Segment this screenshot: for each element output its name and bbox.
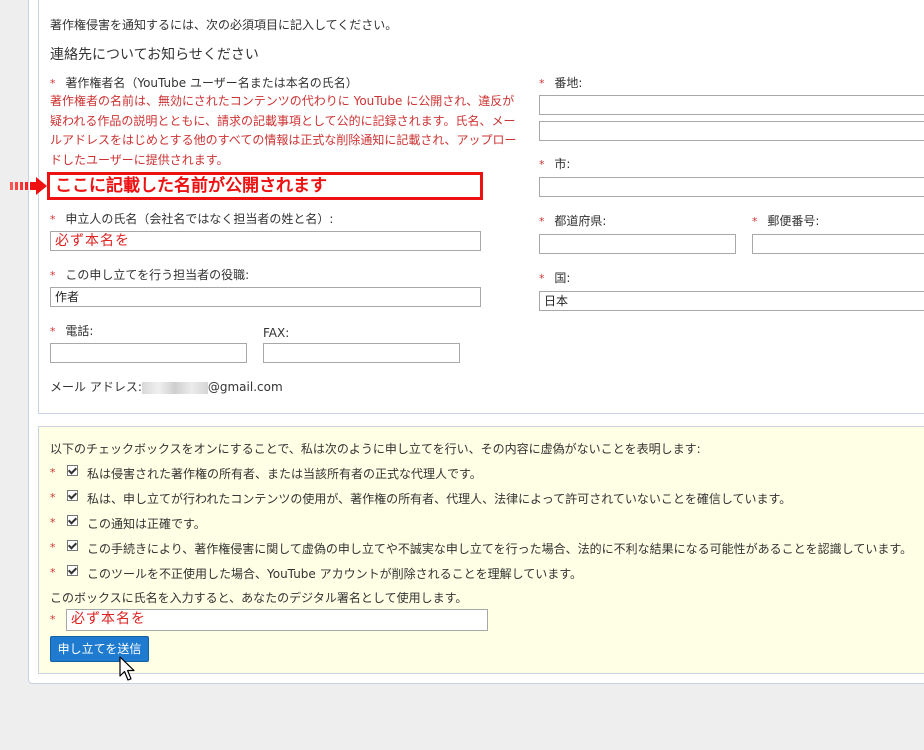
required-mark: * <box>539 272 545 285</box>
fax-input[interactable] <box>263 343 460 363</box>
role-label-row: * この申し立てを行う担当者の役職: <box>50 266 249 283</box>
email-label: メール アドレス: <box>50 380 142 394</box>
declaration-item-label: 私は、申し立てが行われたコンテンツの使用が、著作権の所有者、代理人、法律によって… <box>87 492 792 506</box>
required-mark: * <box>50 213 56 226</box>
form-intro: 著作権侵害を通知するには、次の必須項目に記入してください。 <box>50 18 398 32</box>
city-input[interactable] <box>539 177 924 197</box>
required-mark: * <box>50 516 56 529</box>
fax-label: FAX: <box>263 326 290 340</box>
public-name-annotation: ここに記載した名前が公開されます <box>47 172 483 200</box>
address-input-1[interactable] <box>539 95 924 115</box>
declaration-item: * <box>50 515 56 529</box>
declaration-item-label: 私は侵害された著作権の所有者、または当該所有者の正式な代理人です。 <box>87 467 482 481</box>
owner-name-label-row: * 著作権者名（YouTube ユーザー名または本名の氏名） <box>50 74 358 91</box>
signature-required: * <box>50 612 56 626</box>
declaration-item: * <box>50 465 56 479</box>
checkbox-checked-icon[interactable] <box>67 515 78 526</box>
city-label-row: * 市: <box>539 155 570 172</box>
phone-label-row: * 電話: <box>50 322 93 339</box>
red-arrow-icon <box>10 175 48 197</box>
declaration-item: * <box>50 490 56 504</box>
zip-label: 郵便番号: <box>767 214 820 228</box>
checkbox-checked-icon[interactable] <box>67 490 78 501</box>
declaration-item-label: この通知は正確です。 <box>87 517 206 531</box>
declaration-item-label: このツールを不正使用した場合、YouTube アカウントが削除されることを理解し… <box>87 567 583 581</box>
signature-label: このボックスに氏名を入力すると、あなたのデジタル署名として使用します。 <box>50 591 468 605</box>
phone-input[interactable] <box>50 343 247 363</box>
email-redacted <box>141 381 208 394</box>
checkbox-checked-icon[interactable] <box>67 565 78 576</box>
required-mark: * <box>539 158 545 171</box>
mouse-pointer-icon <box>119 656 137 685</box>
prefecture-input[interactable] <box>539 234 736 254</box>
owner-name-description: 著作権者の名前は、無効にされたコンテンツの代わりに YouTube に公開され、… <box>50 94 517 167</box>
declaration-intro: 以下のチェックボックスをオンにすることで、私は次のように申し立てを行い、その内容… <box>50 442 701 456</box>
country-label: 国: <box>554 271 571 285</box>
required-mark: * <box>539 77 545 90</box>
applicant-label-row: * 申立人の氏名（会社名ではなく担当者の姓と名）: <box>50 210 333 227</box>
contact-heading: 連絡先についてお知らせください <box>50 47 259 63</box>
zip-label-row: * 郵便番号: <box>752 212 819 229</box>
required-mark: * <box>50 466 56 479</box>
required-mark: * <box>50 325 56 338</box>
email-row: メール アドレス: @gmail.com <box>50 378 283 395</box>
owner-name-label: 著作権者名（YouTube ユーザー名または本名の氏名） <box>65 76 358 90</box>
country-select[interactable]: 日本 <box>539 291 924 311</box>
required-mark: * <box>50 613 56 626</box>
required-mark: * <box>50 541 56 554</box>
required-mark: * <box>50 269 56 282</box>
declaration-item: * <box>50 540 56 554</box>
prefecture-label-row: * 都道府県: <box>539 212 606 229</box>
signature-input[interactable]: 必ず本名を <box>66 609 488 631</box>
address-label: 番地: <box>554 76 583 90</box>
required-mark: * <box>50 77 56 90</box>
address-input-2[interactable] <box>539 121 924 141</box>
required-mark: * <box>752 215 758 228</box>
address-label-row: * 番地: <box>539 74 582 91</box>
applicant-label: 申立人の氏名（会社名ではなく担当者の姓と名）: <box>65 212 334 226</box>
checkbox-checked-icon[interactable] <box>67 465 78 476</box>
prefecture-label: 都道府県: <box>554 214 607 228</box>
checkbox-checked-icon[interactable] <box>67 540 78 551</box>
city-label: 市: <box>554 157 571 171</box>
declaration-item: * <box>50 565 56 579</box>
applicant-name-input[interactable]: 必ず本名を <box>50 231 481 251</box>
required-mark: * <box>50 566 56 579</box>
role-label: この申し立てを行う担当者の役職: <box>65 268 250 282</box>
required-mark: * <box>50 491 56 504</box>
country-label-row: * 国: <box>539 269 570 286</box>
zip-input[interactable] <box>752 234 924 254</box>
role-input[interactable]: 作者 <box>50 287 481 307</box>
email-suffix: @gmail.com <box>207 380 283 394</box>
required-mark: * <box>539 215 545 228</box>
phone-label: 電話: <box>65 324 94 338</box>
declaration-item-label: この手続きにより、著作権侵害に関して虚偽の申し立てや不誠実な申し立てを行った場合… <box>87 542 913 556</box>
